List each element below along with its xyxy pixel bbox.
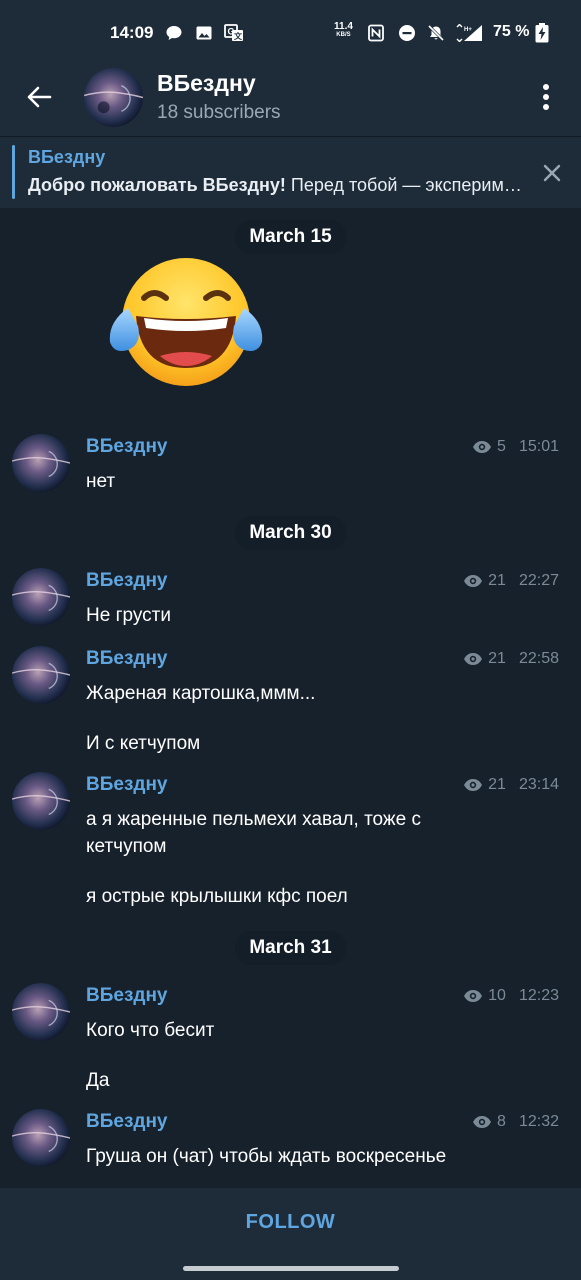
face-with-tears-of-joy-sticker[interactable] xyxy=(104,256,268,390)
battery-percent: 75 % xyxy=(493,23,530,40)
pinned-text: Добро пожаловать ВБездну! Перед тобой — … xyxy=(28,175,530,196)
message-body: Не грусти xyxy=(86,602,486,652)
battery-charging-icon xyxy=(535,23,549,43)
mobile-signal-icon: H+ xyxy=(456,24,482,42)
date-separator: March 31 xyxy=(0,931,581,965)
author-avatar[interactable] xyxy=(12,983,70,1041)
message-body: Груша он (чат) чтобы ждать воскресенье xyxy=(86,1143,526,1193)
gesture-handle[interactable] xyxy=(183,1266,399,1271)
message-author[interactable]: ВБездну xyxy=(86,570,168,592)
message-time: 12:23 xyxy=(518,987,559,1004)
message-body: нет xyxy=(86,468,486,518)
message-author[interactable]: ВБездну xyxy=(86,774,168,796)
date-separator: March 30 xyxy=(0,516,581,550)
more-options-icon[interactable] xyxy=(531,80,561,114)
message-meta: 21 22:27 xyxy=(463,572,559,590)
message-text: я острые крылышки кфс поел xyxy=(86,886,348,907)
chat-notification-icon xyxy=(166,26,182,40)
view-count: 5 xyxy=(497,438,506,455)
message-text: И с кетчупом xyxy=(86,733,201,754)
do-not-disturb-icon xyxy=(399,25,415,41)
message-body: а я жаренные пельмехи хавал, тоже с кетч… xyxy=(86,806,476,933)
message-text: а я жаренные пельмехи хавал, тоже с кетч… xyxy=(86,809,421,857)
svg-text:文: 文 xyxy=(234,31,243,41)
back-arrow-icon[interactable] xyxy=(20,78,58,116)
channel-header: ВБездну 18 subscribers xyxy=(0,58,581,136)
view-count: 21 xyxy=(488,650,506,667)
author-avatar[interactable] xyxy=(12,568,70,626)
views-eye-icon xyxy=(464,653,483,665)
views-eye-icon xyxy=(464,779,483,791)
network-type: H+ xyxy=(464,27,472,33)
message-time: 15:01 xyxy=(518,438,559,455)
pinned-message-bar[interactable]: ВБездну Добро пожаловать ВБездну! Перед … xyxy=(0,136,581,208)
views-eye-icon xyxy=(464,990,483,1002)
author-avatar[interactable] xyxy=(12,434,70,492)
nfc-icon xyxy=(368,24,384,42)
date-separator: March 15 xyxy=(0,220,581,254)
views-eye-icon xyxy=(473,441,492,453)
message-author[interactable]: ВБездну xyxy=(86,648,168,670)
message-time: 22:58 xyxy=(518,650,559,667)
image-notification-icon xyxy=(196,26,212,40)
notifications-muted-icon xyxy=(427,24,445,42)
date-label: March 31 xyxy=(235,931,346,965)
date-label: March 30 xyxy=(235,516,346,550)
message-author[interactable]: ВБездну xyxy=(86,1111,168,1133)
author-avatar[interactable] xyxy=(12,646,70,704)
message-meta: 10 12:23 xyxy=(463,987,559,1005)
message-text: Не грусти xyxy=(86,605,171,626)
message-meta: 21 22:58 xyxy=(463,650,559,668)
message-text: Груша он (чат) чтобы ждать воскресенье xyxy=(86,1146,447,1167)
pinned-indicator xyxy=(12,145,15,199)
date-label: March 15 xyxy=(235,220,346,254)
message-author[interactable]: ВБездну xyxy=(86,436,168,458)
subscriber-count: 18 subscribers xyxy=(157,102,281,123)
view-count: 10 xyxy=(488,987,506,1004)
author-avatar[interactable] xyxy=(12,1109,70,1167)
message-text: Кого что бесит xyxy=(86,1020,215,1041)
message-time: 23:14 xyxy=(518,776,559,793)
channel-title[interactable]: ВБездну xyxy=(157,70,256,97)
message-time: 12:32 xyxy=(518,1113,559,1130)
status-time: 14:09 xyxy=(110,23,154,42)
view-count: 21 xyxy=(488,572,506,589)
close-pinned-icon[interactable] xyxy=(538,159,566,187)
message-meta: 8 12:32 xyxy=(472,1113,559,1131)
message-text: Жареная картошка,ммм... xyxy=(86,683,316,704)
message-time: 22:27 xyxy=(518,572,559,589)
message-text: нет xyxy=(86,471,116,492)
system-navigation-bar xyxy=(0,1256,581,1280)
view-count: 8 xyxy=(497,1113,506,1130)
message-text: Да xyxy=(86,1070,110,1091)
follow-button[interactable]: FOLLOW xyxy=(0,1188,581,1256)
pinned-text-bold: Добро пожаловать ВБездну! xyxy=(28,175,286,195)
pinned-text-rest: Перед тобой — экспериментальный канал xyxy=(290,175,530,195)
status-bar: 14:09 G 文 11.4 KB/S H+ 75 % xyxy=(0,0,581,58)
message-body: Жареная картошка,ммм... И с кетчупом xyxy=(86,680,486,780)
network-speed: 11.4 KB/S xyxy=(334,22,353,40)
message-meta: 21 23:14 xyxy=(463,776,559,794)
views-eye-icon xyxy=(473,1116,492,1128)
message-body: Кого что бесит Да xyxy=(86,1017,486,1117)
network-speed-unit: KB/S xyxy=(336,32,351,38)
view-count: 21 xyxy=(488,776,506,793)
views-eye-icon xyxy=(464,575,483,587)
message-author[interactable]: ВБездну xyxy=(86,985,168,1007)
follow-bar: FOLLOW xyxy=(0,1188,581,1256)
pinned-title: ВБездну xyxy=(28,147,106,167)
author-avatar[interactable] xyxy=(12,772,70,830)
message-meta: 5 15:01 xyxy=(472,438,559,456)
translate-notification-icon: G 文 xyxy=(224,24,243,41)
channel-avatar[interactable] xyxy=(84,68,143,127)
